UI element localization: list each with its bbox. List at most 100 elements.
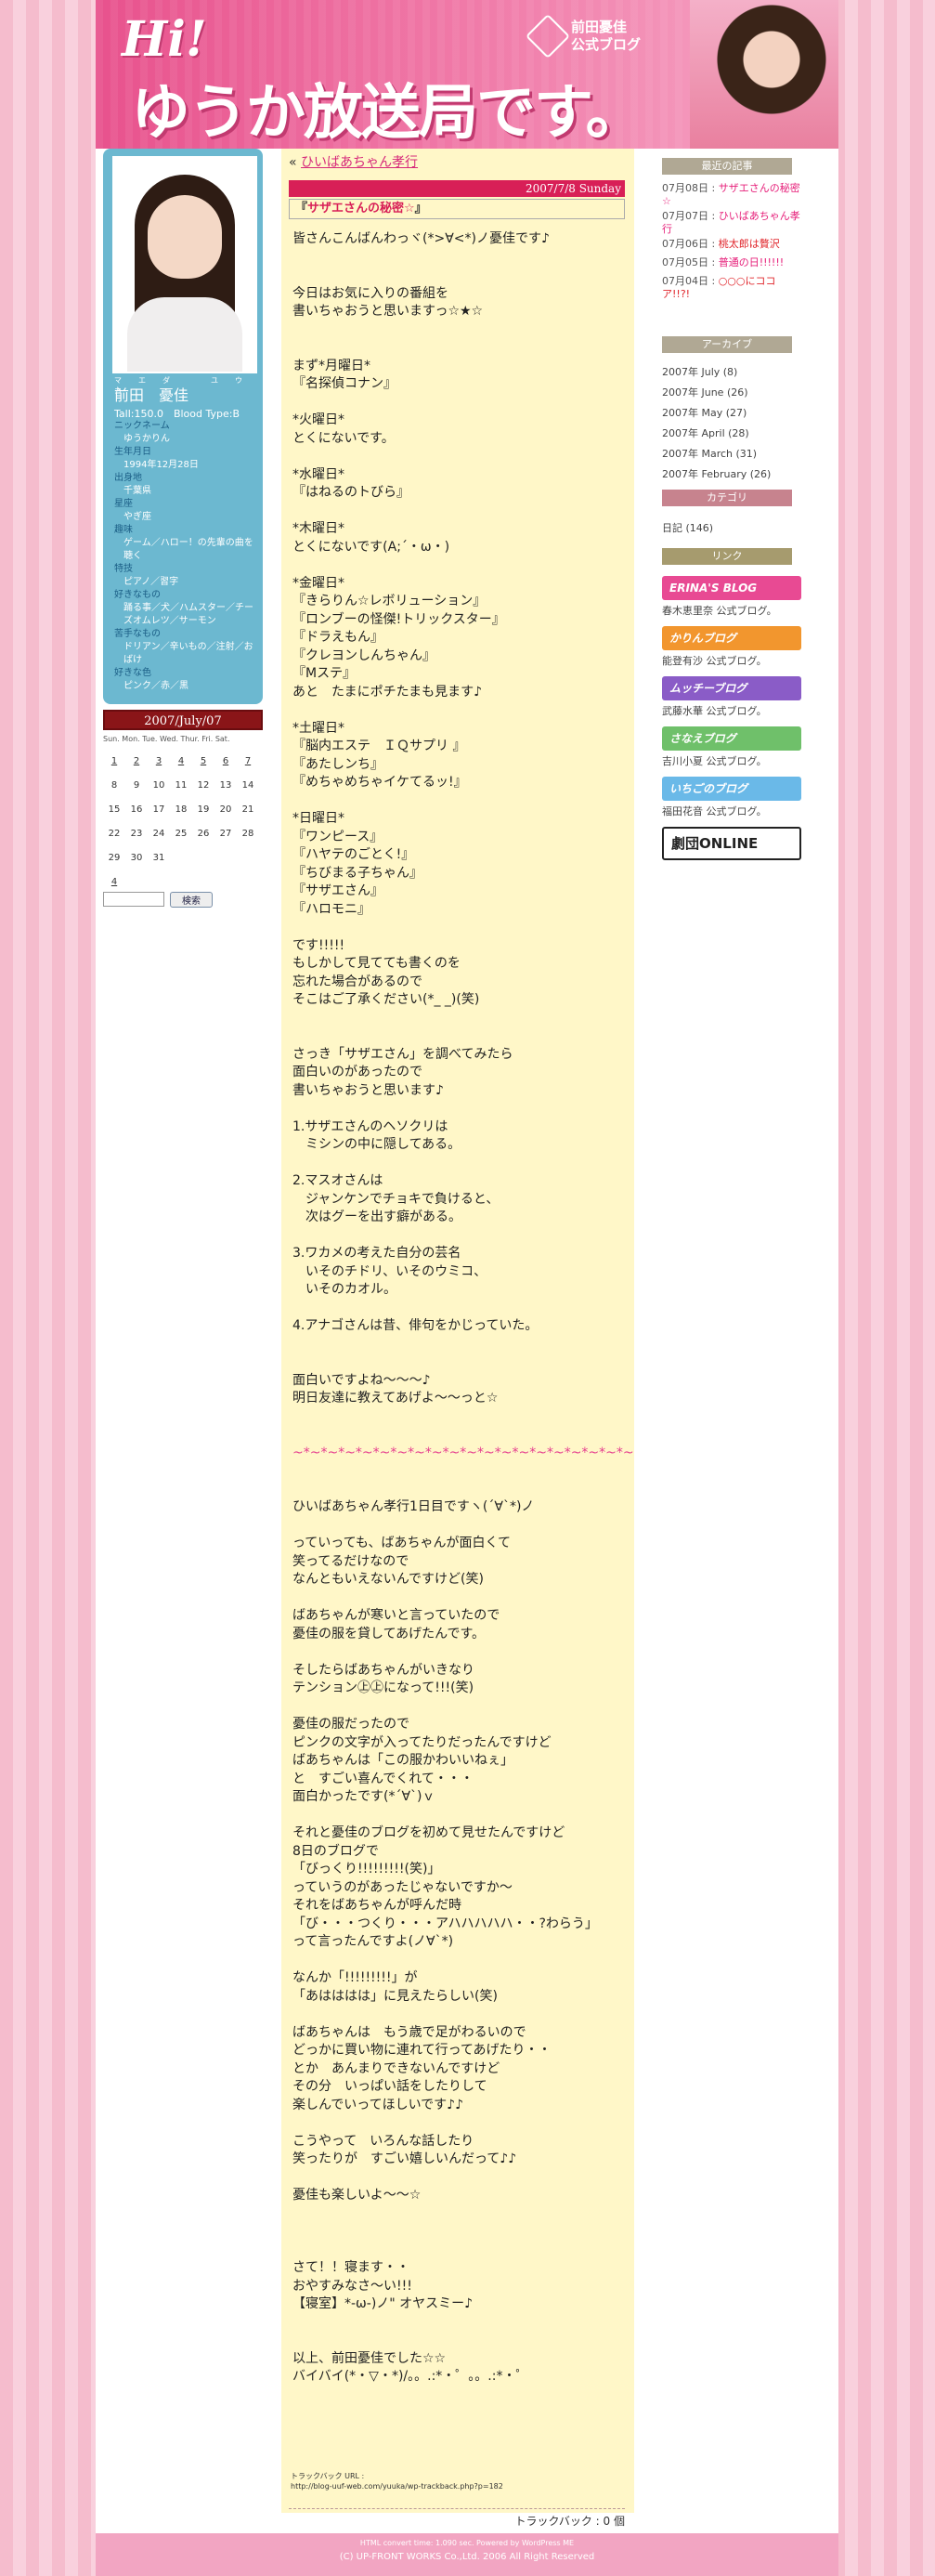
trackback-divider: [289, 2508, 625, 2509]
profile-field-label: 趣味: [114, 525, 133, 535]
recent-post-item[interactable]: 07月08日 : サザエさんの秘密☆: [662, 182, 801, 208]
profile-field-value: ドリアン／辛いもの／注射／おばけ: [123, 642, 253, 665]
previous-post-link[interactable]: ひいばあちゃん孝行: [301, 155, 418, 170]
calendar-day[interactable]: 5: [192, 756, 214, 766]
footer-powered: HTML convert time: 1.090 sec. Powered by…: [359, 2539, 575, 2547]
calendar-weekdays: Sun. Mon. Tue. Wed. Thur. Fri. Sat.: [103, 735, 230, 743]
recent-post-item[interactable]: 07月05日 : 普通の日!!!!!!: [662, 256, 801, 269]
logo-text: 前田憂佳 公式ブログ: [571, 19, 673, 54]
calendar-week: 8 9 10 11 12 13 14: [103, 777, 263, 801]
link-banner[interactable]: ムッチーブログ: [662, 676, 801, 700]
post-title-close: 』: [414, 202, 427, 216]
calendar-title: 2007/July/07: [103, 710, 263, 730]
recent-posts-heading: 最近の記事: [662, 158, 792, 175]
profile-field-label: 特技: [114, 564, 133, 574]
calendar-day[interactable]: 4: [103, 877, 125, 887]
link-banner[interactable]: ERINA'S BLOG: [662, 576, 801, 600]
profile-field-label: 星座: [114, 499, 133, 509]
calendar-day: 17: [152, 804, 165, 815]
calendar-week: 15 16 17 18 19 20 21: [103, 801, 263, 825]
category-link[interactable]: 日記 (146): [662, 520, 713, 535]
recent-post-link[interactable]: 普通の日!!!!!!: [719, 256, 784, 268]
calendar-week: 1234567: [103, 752, 263, 777]
calendar-day[interactable]: 2: [125, 756, 148, 766]
site-header: Hi! ゆうか放送局です。 前田憂佳 公式ブログ: [96, 0, 838, 149]
recent-post-item[interactable]: 07月06日 : 桃太郎は贅沢: [662, 238, 801, 251]
calendar-day: 18: [175, 804, 188, 815]
recent-post-item[interactable]: 07月07日 : ひいばあちゃん孝行: [662, 210, 801, 236]
trackback-url-text[interactable]: http://blog-uuf-web.com/yuuka/wp-trackba…: [291, 2481, 625, 2491]
post-date: 2007/7/8 Sunday: [289, 180, 625, 197]
recent-post-date: 07月04日 :: [662, 275, 716, 287]
profile-field-label: 好きな色: [114, 668, 151, 678]
recent-post-date: 07月08日 :: [662, 182, 716, 194]
archive-link[interactable]: 2007年 March (31): [662, 446, 757, 461]
recent-post-date: 07月05日 :: [662, 256, 716, 268]
calendar-day[interactable]: 3: [148, 756, 170, 766]
calendar-day: 22: [108, 829, 121, 839]
trackback-count[interactable]: トラックバック : 0 個: [514, 2513, 625, 2529]
link-banner[interactable]: さなえブログ: [662, 726, 801, 751]
link-banner[interactable]: いちごのブログ: [662, 777, 801, 801]
links-heading: リンク: [662, 548, 792, 565]
calendar-day: 29: [108, 853, 121, 863]
profile-photo-face: [148, 195, 222, 279]
trackback-label: トラックバック URL :: [291, 2472, 365, 2480]
post-title: 『サザエさんの秘密☆』: [289, 199, 625, 219]
calendar-day: 21: [241, 804, 254, 815]
recent-post-date: 07月06日 :: [662, 238, 716, 250]
calendar-day: 26: [197, 829, 210, 839]
calendar-day: 24: [152, 829, 165, 839]
profile-field-label: 出身地: [114, 473, 142, 483]
category-heading: カテゴリ: [662, 490, 792, 506]
profile-photo: [112, 156, 257, 373]
calendar-day[interactable]: 4: [170, 756, 192, 766]
archive-link[interactable]: 2007年 June (26): [662, 385, 748, 399]
search-input[interactable]: [103, 892, 164, 907]
logo-line-2: 公式ブログ: [571, 36, 642, 53]
calendar-day: 19: [197, 804, 210, 815]
recent-post-link[interactable]: 桃太郎は贅沢: [719, 238, 780, 250]
calendar-day[interactable]: 6: [214, 756, 237, 766]
recent-post-item[interactable]: 07月04日 : ○○○にココア!!?!: [662, 275, 801, 301]
profile-field-label: 好きなもの: [114, 590, 161, 600]
post-title-text[interactable]: サザエさんの秘密☆: [307, 202, 415, 216]
page: Hi! ゆうか放送局です。 前田憂佳 公式ブログ マエダ ユウカ 前田 憂佳 T…: [96, 0, 838, 2576]
profile-stats: Tall:150.0 Blood Type:B: [114, 408, 240, 420]
header-greeting: Hi!: [122, 11, 207, 68]
profile-field-value: ゆうかりん: [123, 434, 170, 444]
recent-post-date: 07月07日 :: [662, 210, 716, 222]
profile-card: マエダ ユウカ 前田 憂佳 Tall:150.0 Blood Type:B ニッ…: [103, 149, 263, 704]
post-body-part-1: 皆さんこんばんわっヾ(*>∀<*)ノ憂佳です♪ 今日はお気に入りの番組を 書いち…: [292, 231, 550, 1406]
link-banner-caption: 春木恵里奈 公式ブログ。: [662, 605, 777, 617]
link-banner-caption: 福田花音 公式ブログ。: [662, 805, 767, 817]
link-banner[interactable]: かりんブログ: [662, 626, 801, 650]
archive-link[interactable]: 2007年 February (26): [662, 466, 771, 481]
calendar-day[interactable]: 1: [103, 756, 125, 766]
profile-photo-body: [127, 297, 242, 372]
calendar-day: 11: [175, 780, 188, 791]
trackback-url: トラックバック URL : http://blog-uuf-web.com/yu…: [291, 2471, 625, 2491]
search-button[interactable]: 検索: [170, 892, 213, 908]
archive-link[interactable]: 2007年 May (27): [662, 405, 747, 420]
archive-link[interactable]: 2007年 July (8): [662, 364, 737, 379]
profile-field-value: 踊る事／犬／ハムスター／チーズオムレツ／サーモン: [123, 603, 253, 626]
profile-field-value: ピアノ／習字: [123, 577, 179, 587]
logo-icon: [525, 13, 571, 59]
profile-field-value: やぎ座: [123, 512, 151, 522]
calendar-day: 28: [241, 829, 254, 839]
link-banner[interactable]: 劇団ONLINE: [662, 827, 801, 860]
main-column: « ひいばあちゃん孝行 2007/7/8 Sunday 『サザエさんの秘密☆』 …: [281, 149, 634, 2528]
footer-copyright: (C) UP-FRONT WORKS Co.,Ltd. 2006 All Rig…: [339, 2552, 595, 2562]
site-title[interactable]: ゆうか放送局です。: [131, 65, 645, 149]
header-photo: [690, 0, 838, 149]
calendar-day: 10: [152, 780, 165, 791]
profile-field-value: ピンク／赤／黒: [123, 681, 188, 691]
calendar-day: 25: [175, 829, 188, 839]
calendar-day[interactable]: 7: [237, 756, 259, 766]
calendar-week: 29 30 31: [103, 849, 263, 873]
archive-link[interactable]: 2007年 April (28): [662, 425, 749, 440]
post-title-open: 『: [295, 202, 308, 216]
calendar-day: 15: [108, 804, 121, 815]
calendar-day: 20: [219, 804, 232, 815]
